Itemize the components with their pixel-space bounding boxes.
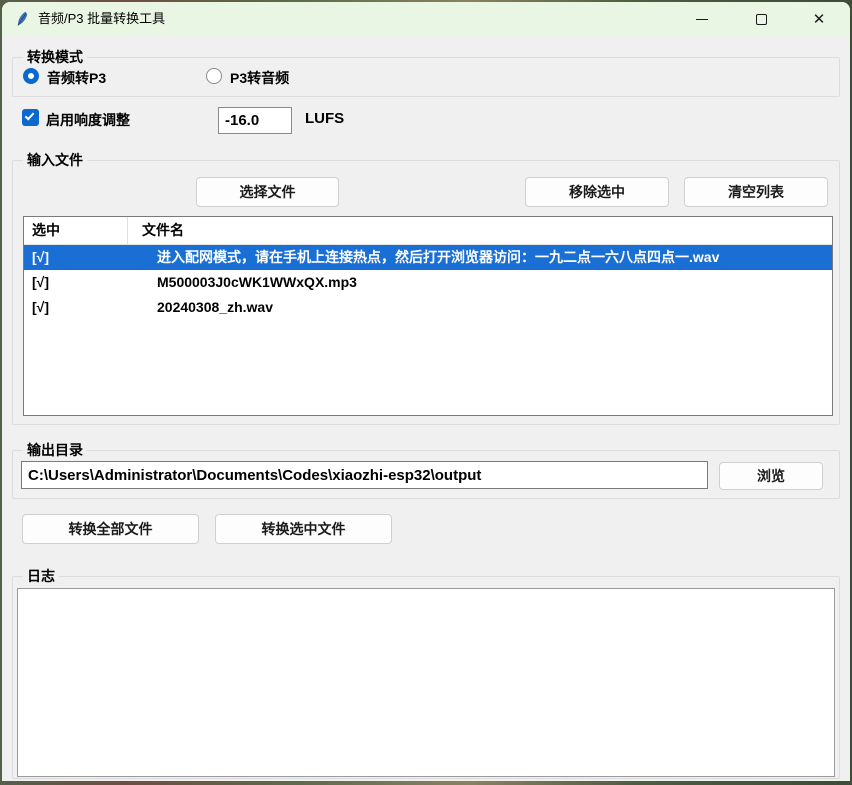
conversion-mode-group: 转换模式 音频转P3 P3转音频 xyxy=(12,57,840,97)
row-filename-cell[interactable]: 进入配网模式，请在手机上连接热点，然后打开浏览器访问：一九二点一六八点四点一.w… xyxy=(157,245,719,270)
browse-button[interactable]: 浏览 xyxy=(719,462,823,490)
input-files-group-label: 输入文件 xyxy=(23,152,87,168)
log-group: 日志 xyxy=(12,576,840,779)
desktop: { "window": { "title": "音频/P3 批量转换工具" },… xyxy=(0,0,852,785)
row-filename-cell[interactable]: M500003J0cWK1WWxQX.mp3 xyxy=(157,270,357,295)
table-row[interactable]: [√] 20240308_zh.wav xyxy=(24,295,832,320)
conversion-mode-group-label: 转换模式 xyxy=(23,49,87,65)
row-checked-cell[interactable]: [√] xyxy=(32,270,49,295)
close-button[interactable]: ✕ xyxy=(805,2,833,36)
row-filename-cell[interactable]: 20240308_zh.wav xyxy=(157,295,273,320)
output-directory-group-label: 输出目录 xyxy=(23,442,87,458)
column-header-filename[interactable]: 文件名 xyxy=(128,217,832,244)
input-files-group: 输入文件 选择文件 移除选中 清空列表 选中 文件名 [√] 进入配网模式，请在… xyxy=(12,160,840,425)
maximize-icon xyxy=(756,14,767,25)
table-header: 选中 文件名 xyxy=(24,217,832,245)
select-files-button[interactable]: 选择文件 xyxy=(196,177,339,207)
clear-list-button[interactable]: 清空列表 xyxy=(684,177,828,207)
lufs-input[interactable]: -16.0 xyxy=(218,107,292,134)
close-icon: ✕ xyxy=(813,12,826,27)
radio-audio-to-p3-label[interactable]: 音频转P3 xyxy=(47,68,106,88)
convert-all-button[interactable]: 转换全部文件 xyxy=(22,514,199,544)
radio-p3-to-audio[interactable] xyxy=(206,68,222,84)
convert-selected-button[interactable]: 转换选中文件 xyxy=(215,514,392,544)
window-title: 音频/P3 批量转换工具 xyxy=(38,2,165,36)
lufs-unit-label: LUFS xyxy=(305,110,344,127)
loudness-checkbox-label[interactable]: 启用响度调整 xyxy=(46,110,130,130)
table-row[interactable]: [√] M500003J0cWK1WWxQX.mp3 xyxy=(24,270,832,295)
radio-audio-to-p3[interactable] xyxy=(23,68,39,84)
radio-p3-to-audio-label[interactable]: P3转音频 xyxy=(230,68,289,88)
row-checked-cell[interactable]: [√] xyxy=(32,245,49,270)
output-directory-group: 输出目录 C:\Users\Administrator\Documents\Co… xyxy=(12,450,840,499)
minimize-icon xyxy=(696,19,708,20)
loudness-checkbox[interactable] xyxy=(22,109,39,126)
python-feather-icon xyxy=(14,11,30,27)
minimize-button[interactable] xyxy=(688,2,716,36)
file-list-table[interactable]: 选中 文件名 [√] 进入配网模式，请在手机上连接热点，然后打开浏览器访问：一九… xyxy=(23,216,833,416)
title-bar[interactable]: 音频/P3 批量转换工具 ✕ xyxy=(2,2,850,36)
log-group-label: 日志 xyxy=(23,568,59,584)
row-checked-cell[interactable]: [√] xyxy=(32,295,49,320)
output-path-input[interactable]: C:\Users\Administrator\Documents\Codes\x… xyxy=(21,461,708,489)
log-textarea[interactable] xyxy=(17,588,835,777)
maximize-button[interactable] xyxy=(747,2,775,36)
table-row[interactable]: [√] 进入配网模式，请在手机上连接热点，然后打开浏览器访问：一九二点一六八点四… xyxy=(24,245,832,270)
remove-selected-button[interactable]: 移除选中 xyxy=(525,177,669,207)
app-window: 音频/P3 批量转换工具 ✕ 转换模式 音频转P3 P3转音频 启用响度调整 -… xyxy=(2,2,850,781)
column-header-checked[interactable]: 选中 xyxy=(24,217,128,244)
check-icon xyxy=(25,110,35,120)
